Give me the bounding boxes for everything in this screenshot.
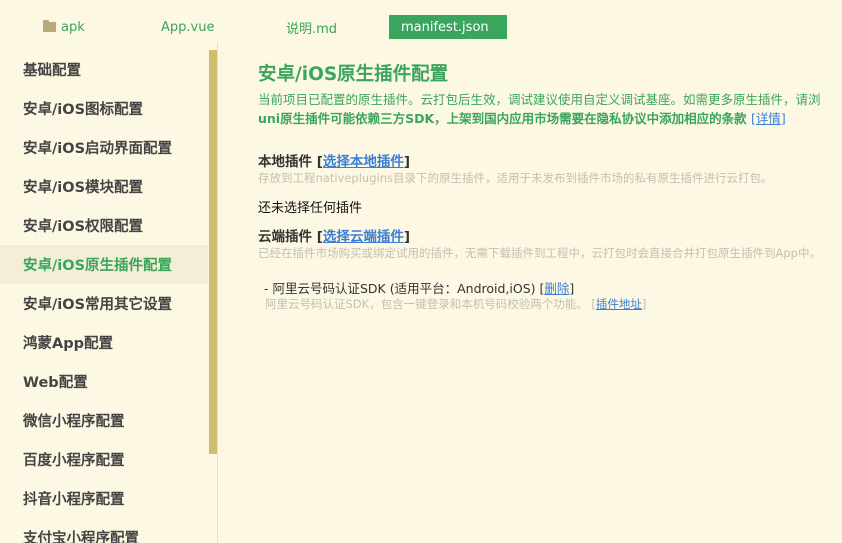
bracket: ] <box>641 297 647 311</box>
sidebar-item-alipay[interactable]: 支付宝小程序配置 <box>0 518 208 543</box>
cloud-plugins-hint: 已经在插件市场购买或绑定试用的插件，无需下载插件到工程中，云打包时会直接合并打包… <box>258 246 821 260</box>
sidebar-item-label: 安卓/iOS权限配置 <box>23 219 144 235</box>
sidebar-item-label: 鸿蒙App配置 <box>23 336 113 352</box>
bracket: ] <box>403 154 411 170</box>
sidebar-item-basic[interactable]: 基础配置 <box>0 50 208 89</box>
tab-readme-md[interactable]: 说明.md <box>286 15 337 39</box>
sidebar-item-web[interactable]: Web配置 <box>0 362 208 401</box>
sidebar-item-icons[interactable]: 安卓/iOS图标配置 <box>0 89 208 128</box>
config-sidebar: 基础配置 安卓/iOS图标配置 安卓/iOS启动界面配置 安卓/iOS模块配置 … <box>0 42 218 543</box>
sidebar-item-label: 安卓/iOS启动界面配置 <box>23 141 173 157</box>
tab-label: manifest.json <box>401 19 489 35</box>
sidebar-item-permissions[interactable]: 安卓/iOS权限配置 <box>0 206 208 245</box>
details-link[interactable]: [详情] <box>751 111 786 126</box>
select-cloud-plugin-link[interactable]: 选择云端插件 <box>323 229 404 245</box>
no-plugins-text: 还未选择任何插件 <box>258 201 363 216</box>
sidebar-item-label: 安卓/iOS模块配置 <box>23 180 144 196</box>
sidebar-scrollbar[interactable] <box>209 50 217 454</box>
sidebar-item-native-plugins[interactable]: 安卓/iOS原生插件配置 <box>0 245 208 284</box>
tab-app-vue[interactable]: App.vue <box>161 15 214 39</box>
main-content: 安卓/iOS原生插件配置 当前项目已配置的原生插件。云打包后生效，调试建议使用自… <box>258 60 842 543</box>
bracket: ] <box>403 229 411 245</box>
editor-tab-bar: apk App.vue 说明.md manifest.json <box>0 0 842 42</box>
privacy-notice: uni原生插件可能依赖三方SDK，上架到国内应用市场需要在隐私协议中添加相应的条… <box>258 108 786 127</box>
plugin-name: - 阿里云号码认证SDK (适用平台：Android,iOS) <box>264 281 536 296</box>
sidebar-item-harmony[interactable]: 鸿蒙App配置 <box>0 323 208 362</box>
cloud-plugins-heading: 云端插件 [选择云端插件] <box>258 225 410 245</box>
tab-label: apk <box>61 19 85 35</box>
plugin-description: 阿里云号码认证SDK，包含一键登录和本机号码校验两个功能。 [插件地址] <box>265 296 646 312</box>
plugin-address-link[interactable]: 插件地址 <box>596 297 642 311</box>
folder-icon <box>43 20 56 32</box>
tab-label: 说明.md <box>286 21 338 37</box>
local-plugins-heading: 本地插件 [选择本地插件] <box>258 150 410 170</box>
sidebar-item-baidu[interactable]: 百度小程序配置 <box>0 440 208 479</box>
plugin-entry: - 阿里云号码认证SDK (适用平台：Android,iOS) [删除] <box>264 278 574 297</box>
delete-plugin-link[interactable]: 删除 <box>544 281 569 296</box>
privacy-notice-text: uni原生插件可能依赖三方SDK，上架到国内应用市场需要在隐私协议中添加相应的条… <box>258 111 747 126</box>
sidebar-item-douyin[interactable]: 抖音小程序配置 <box>0 479 208 518</box>
sidebar-item-label: 抖音小程序配置 <box>23 492 125 508</box>
sidebar-item-label: Web配置 <box>23 375 88 391</box>
sidebar-item-label: 支付宝小程序配置 <box>23 531 139 543</box>
local-plugins-title: 本地插件 <box>258 154 312 170</box>
select-local-plugin-link[interactable]: 选择本地插件 <box>323 154 404 170</box>
page-description: 当前项目已配置的原生插件。云打包后生效，调试建议使用自定义调试基座。如需更多原生… <box>258 92 821 107</box>
cloud-plugins-title: 云端插件 <box>258 229 312 245</box>
sidebar-item-label: 安卓/iOS图标配置 <box>23 102 144 118</box>
sidebar-item-modules[interactable]: 安卓/iOS模块配置 <box>0 167 208 206</box>
sidebar-item-weixin[interactable]: 微信小程序配置 <box>0 401 208 440</box>
sidebar-item-label: 百度小程序配置 <box>23 453 125 469</box>
tab-apk[interactable]: apk <box>43 15 85 39</box>
page-title: 安卓/iOS原生插件配置 <box>258 64 449 85</box>
bracket: ] <box>569 281 575 296</box>
sidebar-item-label: 微信小程序配置 <box>23 414 125 430</box>
sidebar-item-label: 安卓/iOS常用其它设置 <box>23 297 173 313</box>
tab-label: App.vue <box>161 19 215 35</box>
sidebar-item-other-settings[interactable]: 安卓/iOS常用其它设置 <box>0 284 208 323</box>
sidebar-item-label: 安卓/iOS原生插件配置 <box>23 258 173 274</box>
plugin-description-text: 阿里云号码认证SDK，包含一键登录和本机号码校验两个功能。 <box>265 297 588 311</box>
local-plugins-hint: 存放到工程nativeplugins目录下的原生插件，适用于未发布到插件市场的私… <box>258 171 773 185</box>
sidebar-item-splash[interactable]: 安卓/iOS启动界面配置 <box>0 128 208 167</box>
sidebar-item-label: 基础配置 <box>23 63 81 79</box>
tab-manifest-json[interactable]: manifest.json <box>389 15 507 39</box>
